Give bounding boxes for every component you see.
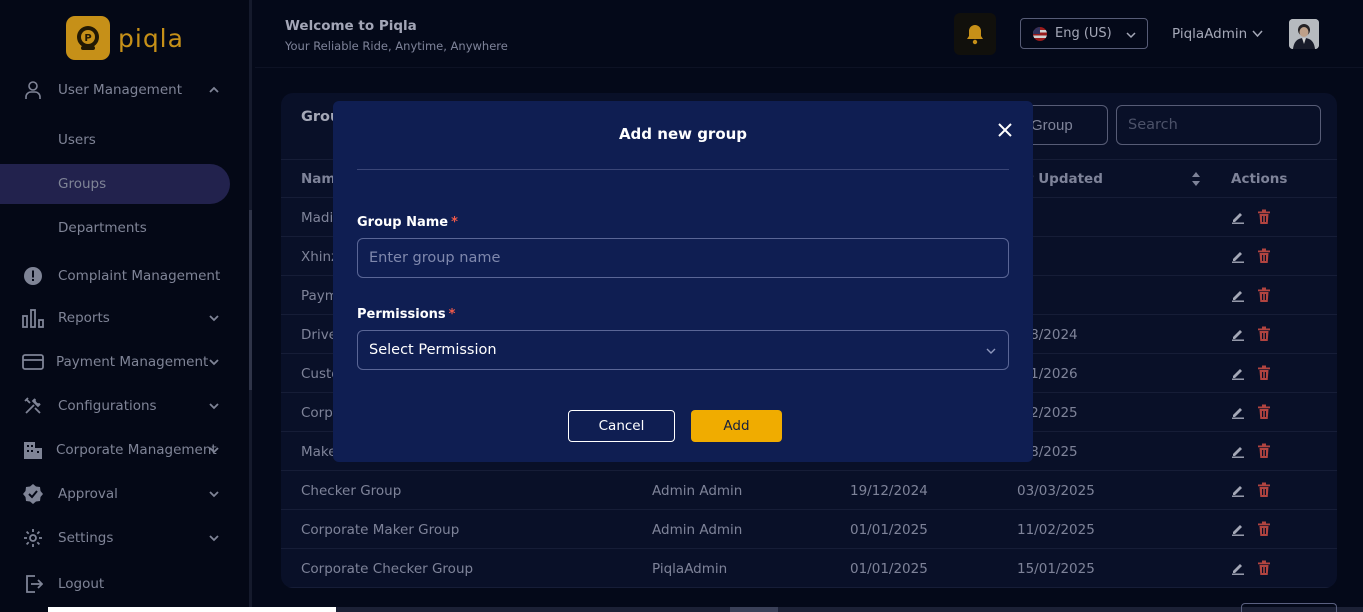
add-button[interactable]: Add: [691, 410, 782, 442]
bottom-panel: [48, 607, 336, 612]
permissions-select[interactable]: Select Permission: [357, 330, 1009, 370]
close-icon: [998, 123, 1012, 137]
permissions-label: Permissions *: [357, 307, 455, 322]
divider: [357, 169, 1009, 170]
permissions-label-text: Permissions: [357, 307, 446, 322]
horizontal-scrollbar[interactable]: [336, 607, 1363, 612]
close-button[interactable]: [995, 120, 1015, 140]
app-root: P piqla User Management Users Groups Dep…: [0, 0, 1363, 612]
pagination-box[interactable]: [1241, 603, 1337, 612]
dialog-title: Add new group: [618, 125, 748, 143]
group-name-label-text: Group Name: [357, 215, 449, 230]
required-mark: *: [448, 307, 456, 322]
chevron-down-icon: [986, 348, 996, 354]
group-name-input[interactable]: [357, 238, 1009, 278]
add-group-dialog: Add new group Group Name* Permissions* S…: [333, 101, 1033, 462]
horizontal-scrollbar-thumb[interactable]: [730, 607, 778, 612]
required-mark: *: [451, 215, 458, 230]
cancel-button[interactable]: Cancel: [568, 410, 675, 442]
permissions-select-value: Select Permission: [369, 342, 497, 358]
group-name-label: Group Name *: [357, 215, 458, 230]
